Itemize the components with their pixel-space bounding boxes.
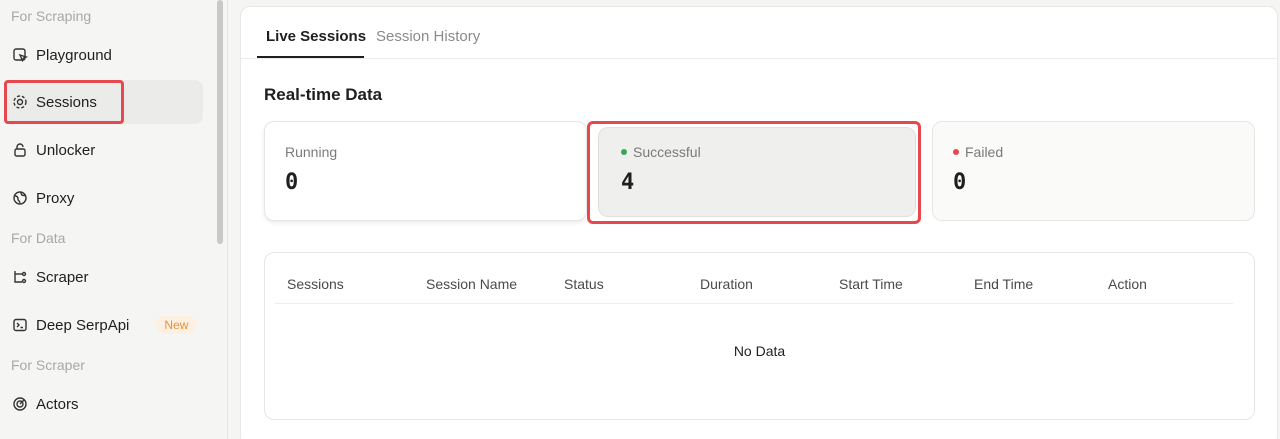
sidebar-item-label: Deep SerpApi <box>36 316 130 334</box>
app-root: For Scraping Playground Sessions Unlocke… <box>0 0 1280 439</box>
unlock-icon <box>12 142 28 158</box>
sidebar-item-sessions[interactable]: Sessions <box>4 80 203 124</box>
failed-dot-icon <box>953 149 959 155</box>
stat-label: Failed <box>965 144 1004 160</box>
sidebar-item-proxy[interactable]: Proxy <box>4 176 203 220</box>
realtime-title: Real-time Data <box>264 85 383 104</box>
stat-card-failed: Failed 0 <box>932 121 1255 221</box>
column-header-action: Action <box>1108 276 1147 292</box>
main-panel: Live Sessions Session History Real-time … <box>240 6 1278 439</box>
sidebar-item-deep-serpapi[interactable]: Deep SerpApi New <box>4 303 203 347</box>
tab-session-history[interactable]: Session History <box>376 28 480 45</box>
sidebar-item-label: Actors <box>36 395 79 413</box>
stat-value: 0 <box>285 170 299 195</box>
sidebar-scrollbar[interactable] <box>217 0 223 244</box>
new-badge: New <box>156 316 197 334</box>
terminal-icon <box>12 317 28 333</box>
stat-card-successful: Successful 4 <box>598 127 916 217</box>
column-header-sessions: Sessions <box>287 276 344 292</box>
sidebar-item-actors[interactable]: Actors <box>4 382 203 426</box>
column-header-start-time: Start Time <box>839 276 903 292</box>
sessions-icon <box>12 94 28 110</box>
sidebar-item-unlocker[interactable]: Unlocker <box>4 128 203 172</box>
sidebar-item-label: Unlocker <box>36 141 96 159</box>
section-label-scraper: For Scraper <box>11 357 85 373</box>
stat-label: Successful <box>633 144 701 160</box>
stat-value: 4 <box>621 170 635 195</box>
column-header-session-name: Session Name <box>426 276 518 292</box>
tab-bar: Live Sessions Session History <box>241 7 1277 59</box>
scraper-icon <box>12 269 28 285</box>
stat-label: Running <box>285 144 338 160</box>
sidebar-item-label: Playground <box>36 46 112 64</box>
column-header-end-time: End Time <box>974 276 1034 292</box>
sidebar-item-label: Proxy <box>36 189 75 207</box>
sidebar-item-label: Sessions <box>36 93 97 111</box>
playground-icon <box>12 47 28 63</box>
active-tab-indicator <box>257 56 364 58</box>
sidebar-item-scraper[interactable]: Scraper <box>4 255 203 299</box>
column-header-status: Status <box>564 276 604 292</box>
sidebar: For Scraping Playground Sessions Unlocke… <box>0 0 228 439</box>
section-label-scraping: For Scraping <box>11 8 92 24</box>
sidebar-item-label: Scraper <box>36 268 89 286</box>
tab-live-sessions[interactable]: Live Sessions <box>266 28 366 45</box>
sessions-table: Sessions Session Name Status Duration St… <box>264 252 1255 420</box>
globe-icon <box>12 190 28 206</box>
stat-card-running: Running 0 <box>264 121 587 221</box>
actors-icon <box>12 396 28 412</box>
success-dot-icon <box>621 149 627 155</box>
section-label-data: For Data <box>11 230 66 246</box>
stat-value: 0 <box>953 170 967 195</box>
column-header-duration: Duration <box>700 276 753 292</box>
table-header: Sessions Session Name Status Duration St… <box>275 253 1233 304</box>
empty-state-text: No Data <box>733 343 786 359</box>
sidebar-item-playground[interactable]: Playground <box>4 33 203 77</box>
